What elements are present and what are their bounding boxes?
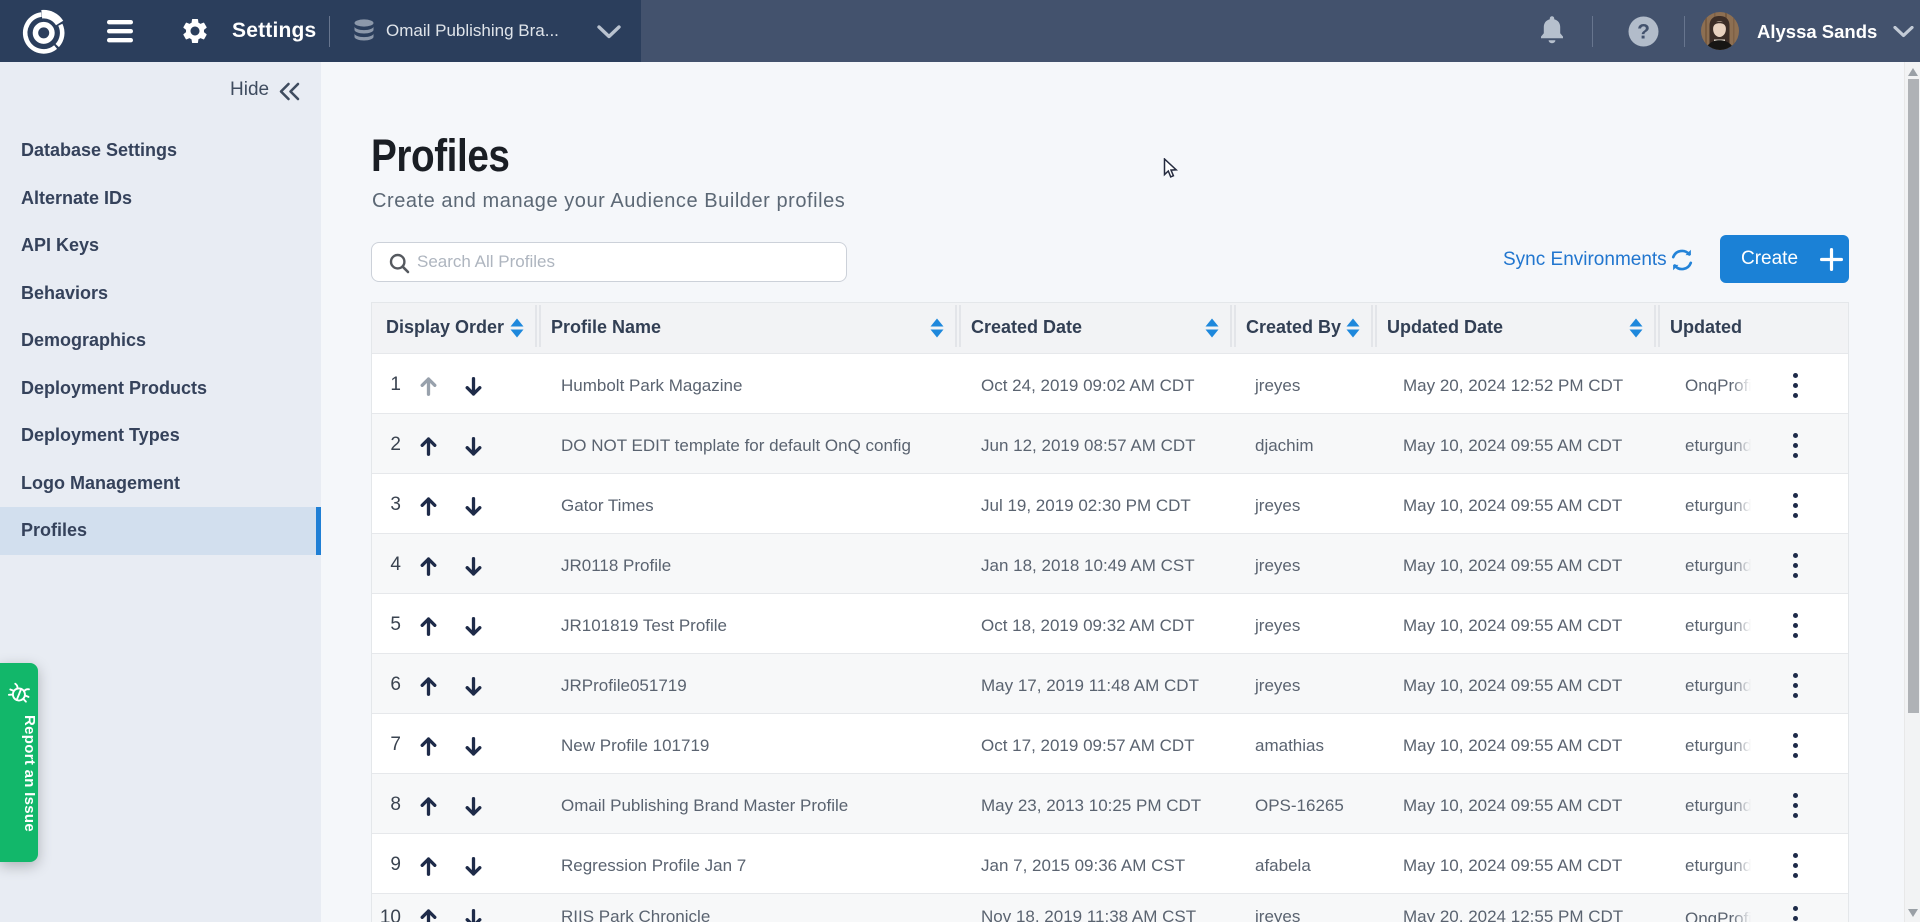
svg-text:?: ?	[1637, 21, 1650, 44]
